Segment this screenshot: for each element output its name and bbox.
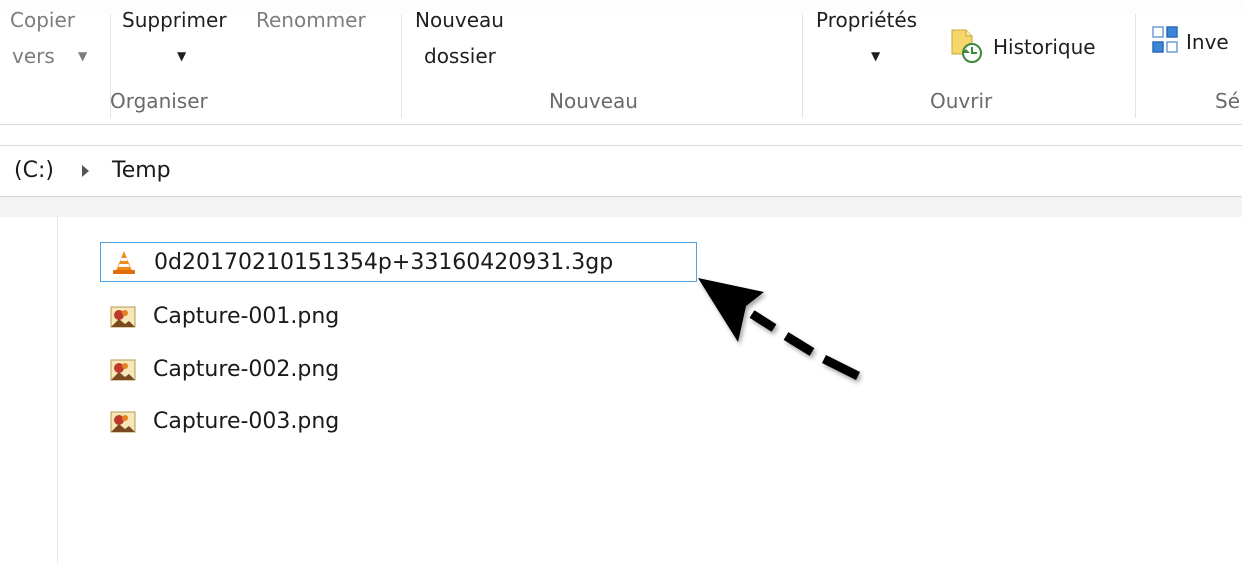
supprimer-dropdown-caret[interactable]: ▼	[177, 50, 186, 62]
nouveau-dossier-button-line1[interactable]: Nouveau	[415, 8, 504, 32]
png-image-icon	[110, 411, 136, 433]
address-bar[interactable]: (C:) Temp	[0, 145, 1242, 197]
ribbon-group-divider	[401, 14, 402, 118]
file-item-selected[interactable]: 0d20170210151354p+33160420931.3gp	[100, 242, 697, 282]
copier-vers-dropdown-caret[interactable]: ▼	[78, 50, 87, 62]
breadcrumb-chevron-icon[interactable]	[82, 165, 89, 177]
file-explorer-window: Copier vers ▼ Supprimer ▼ Renommer Organ…	[0, 0, 1242, 564]
copier-vers-button-line2[interactable]: vers	[12, 44, 55, 68]
vlc-cone-icon	[113, 251, 135, 274]
inverse-selection-icon[interactable]	[1151, 25, 1181, 59]
proprietes-dropdown-caret[interactable]: ▼	[871, 50, 880, 62]
file-name: Capture-001.png	[153, 304, 340, 329]
proprietes-button[interactable]: Propriétés	[816, 8, 917, 32]
renommer-button[interactable]: Renommer	[256, 8, 366, 32]
file-name: Capture-003.png	[153, 409, 340, 434]
group-label-ouvrir: Ouvrir	[930, 89, 993, 113]
annotation-arrow-icon	[698, 278, 861, 381]
png-image-icon	[110, 359, 136, 381]
inverser-selection-button[interactable]: Inve	[1186, 30, 1229, 54]
file-name: 0d20170210151354p+33160420931.3gp	[154, 250, 614, 275]
historique-button[interactable]: Historique	[993, 35, 1096, 59]
png-image-icon	[110, 306, 136, 328]
nouveau-dossier-button-line2[interactable]: dossier	[424, 44, 496, 68]
breadcrumb-folder[interactable]: Temp	[112, 158, 171, 184]
copier-vers-button-line1[interactable]: Copier	[10, 8, 75, 32]
navigation-pane-divider[interactable]	[57, 217, 58, 564]
group-label-nouveau: Nouveau	[549, 89, 638, 113]
group-label-selectionner: Sé	[1215, 89, 1240, 113]
supprimer-button[interactable]: Supprimer	[122, 8, 227, 32]
file-item[interactable]: Capture-001.png	[100, 297, 400, 337]
file-list-pane[interactable]: 0d20170210151354p+33160420931.3gp Captur…	[0, 217, 1242, 564]
history-icon[interactable]	[950, 28, 984, 64]
ribbon: Copier vers ▼ Supprimer ▼ Renommer Organ…	[0, 0, 1242, 125]
ribbon-group-divider	[802, 14, 803, 118]
group-label-organiser: Organiser	[110, 89, 208, 113]
file-item[interactable]: Capture-003.png	[100, 402, 400, 442]
address-bar-spacer	[0, 197, 1242, 217]
file-name: Capture-002.png	[153, 357, 340, 382]
ribbon-group-divider	[1135, 14, 1136, 118]
breadcrumb-drive[interactable]: (C:)	[14, 158, 54, 184]
ribbon-spacer	[0, 125, 1242, 145]
file-item[interactable]: Capture-002.png	[100, 350, 400, 390]
